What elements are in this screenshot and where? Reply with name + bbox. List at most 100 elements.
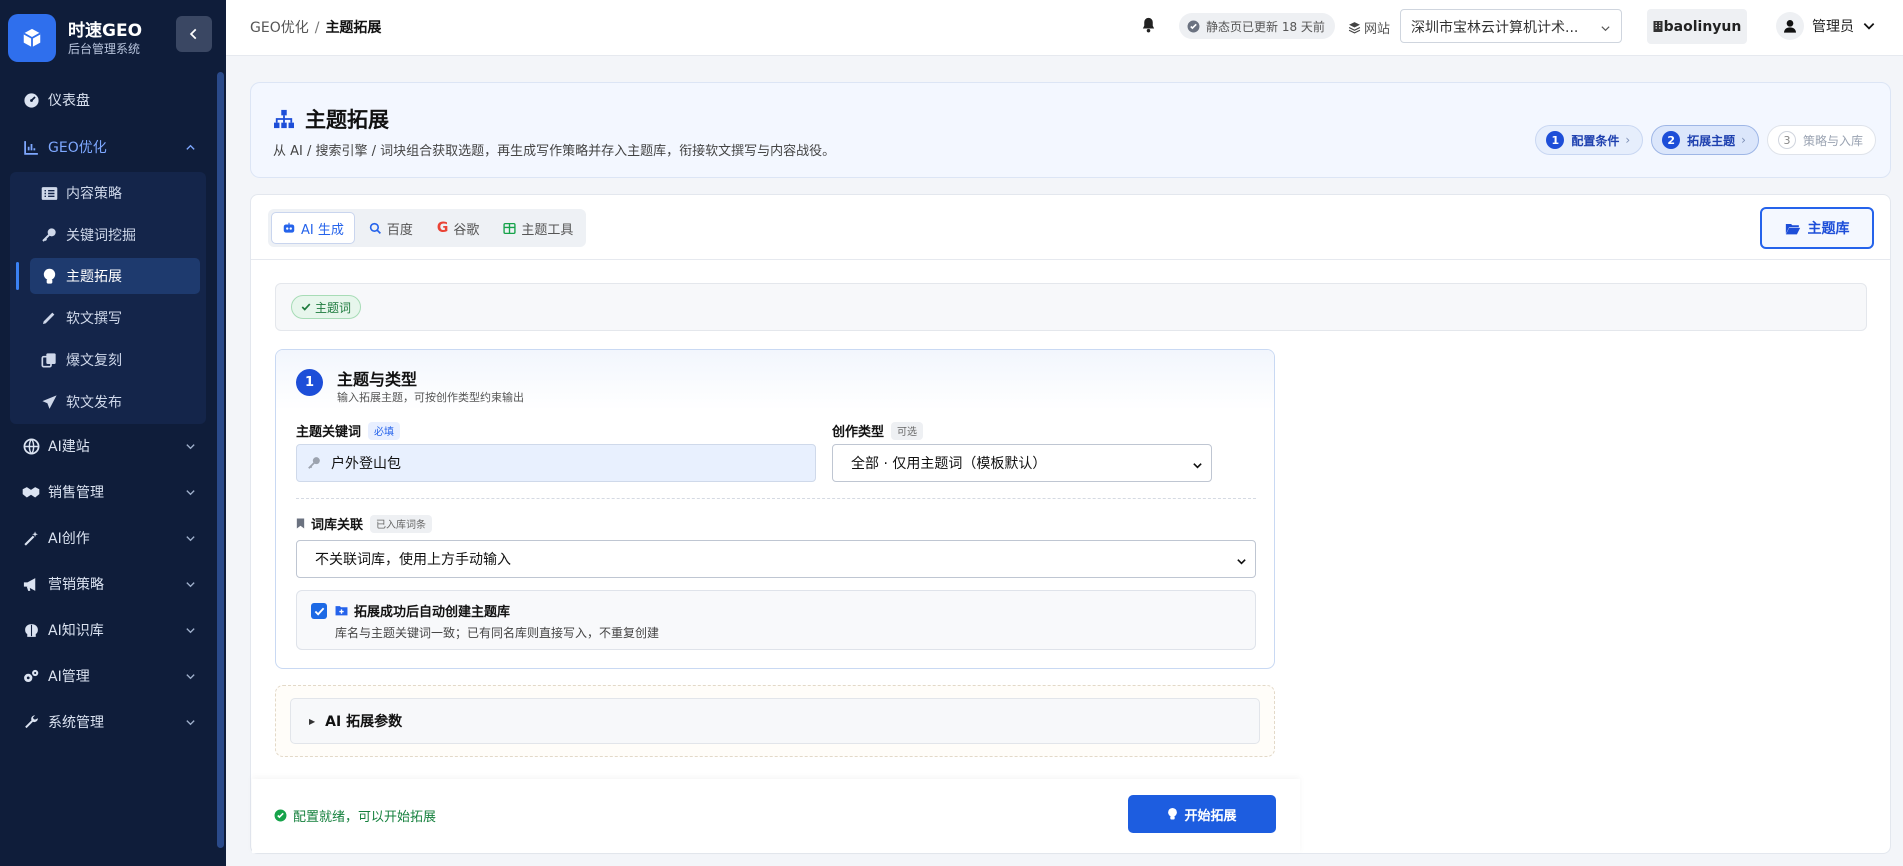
sidebar-item-geo[interactable]: GEO优化	[10, 127, 210, 167]
lexicon-select[interactable]: 不关联词库，使用上方手动输入	[296, 540, 1256, 578]
sidebar-subitem-article-publish[interactable]: 软文发布	[30, 384, 200, 420]
sidebar-item-marketing[interactable]: 营销策略	[10, 564, 210, 604]
step-number: 1	[1546, 131, 1565, 149]
brand-logo-icon	[8, 14, 56, 62]
chevron-down-icon	[1862, 19, 1876, 33]
keyword-label-text: 主题关键词	[296, 425, 362, 440]
type-label-text: 创作类型	[832, 425, 885, 440]
site-select[interactable]: 深圳市宝林云计算机计术...	[1400, 9, 1622, 43]
table-icon	[503, 222, 516, 235]
bell-icon[interactable]	[1140, 16, 1157, 38]
robot-icon	[282, 222, 296, 234]
step-expand[interactable]: 2 拓展主题 ›	[1651, 125, 1759, 155]
tab-label: 主题工具	[521, 222, 574, 238]
dashed-divider	[296, 498, 1256, 499]
sidebar-item-ai-creation[interactable]: AI创作	[10, 518, 210, 558]
sidebar-item-ai-site[interactable]: AI建站	[10, 426, 210, 466]
folder-plus-icon	[335, 606, 348, 616]
tab-baidu[interactable]: 百度	[359, 212, 423, 244]
sidebar-item-label: 系统管理	[48, 715, 104, 731]
keyword-tag[interactable]: 主题词	[291, 295, 362, 319]
brand-subtitle: 后台管理系统	[68, 42, 141, 56]
tab-topic-tools[interactable]: 主题工具	[493, 212, 583, 244]
topic-library-label: 主题库	[1807, 221, 1850, 237]
lexicon-field-label: 词库关联 已入库词条	[296, 514, 433, 533]
type-field-label: 创作类型 可选	[832, 421, 924, 440]
static-page-status: 静态页已更新 18 天前	[1179, 13, 1335, 39]
creation-type-select[interactable]: 全部 · 仅用主题词（模板默认）	[832, 444, 1212, 482]
sidebar-item-ai-manage[interactable]: AI管理	[10, 656, 210, 696]
source-tabs: AI 生成 百度 G 谷歌 主题工具	[268, 209, 587, 247]
username: baolinyun	[1663, 18, 1742, 35]
section-subtitle: 输入拓展主题，可按创作类型约束输出	[337, 391, 524, 404]
static-status-text: 静态页已更新 18 天前	[1206, 19, 1325, 34]
key-icon	[308, 457, 320, 469]
check-circle-icon	[1187, 20, 1200, 33]
tab-label: AI 生成	[301, 222, 344, 238]
chevron-right-icon: ›	[1741, 133, 1746, 147]
sidebar-item-dashboard[interactable]: 仪表盘	[10, 80, 210, 120]
sidebar-item-system[interactable]: 系统管理	[10, 702, 210, 742]
search-icon	[369, 222, 382, 235]
start-expansion-button[interactable]: 开始拓展	[1128, 795, 1276, 833]
sidebar-item-label: 仪表盘	[48, 93, 90, 109]
tab-label: 百度	[386, 222, 413, 238]
topic-library-button[interactable]: 主题库	[1760, 207, 1874, 249]
topbar: GEO优化 / 主题拓展 静态页已更新 18 天前 网站 深圳市宝林云计算机计术..…	[226, 0, 1903, 56]
chart-icon	[22, 138, 40, 156]
send-icon	[40, 393, 58, 411]
sidebar-subitem-label: 主题拓展	[66, 269, 122, 285]
sidebar-item-label: AI管理	[48, 669, 90, 685]
chevron-down-icon	[1236, 555, 1247, 571]
divider	[251, 259, 1890, 260]
sidebar-item-ai-knowledge[interactable]: AI知识库	[10, 610, 210, 650]
step-label: 策略与入库	[1802, 133, 1863, 148]
check-icon	[301, 303, 311, 311]
sidebar-subitem-article-writing[interactable]: 软文撰写	[30, 300, 200, 336]
breadcrumb-current: 主题拓展	[325, 20, 382, 36]
auto-create-desc: 库名与主题关键词一致；已有同名库则直接写入，不重复创建	[335, 626, 660, 640]
sidebar-subitem-keyword-mining[interactable]: 关键词挖掘	[30, 217, 200, 253]
sidebar-item-label: AI创作	[48, 531, 90, 547]
ready-status-text: 配置就绪，可以开始拓展	[293, 810, 437, 825]
breadcrumb-separator: /	[314, 20, 320, 36]
wrench-icon	[22, 713, 40, 731]
check-circle-icon	[274, 809, 287, 822]
admin-menu[interactable]: 管理员	[1776, 12, 1876, 40]
keyword-input[interactable]: 户外登山包	[296, 444, 816, 482]
step-strategy-save[interactable]: 3 策略与入库	[1766, 125, 1876, 155]
sidebar-scrollbar[interactable]	[217, 72, 224, 848]
breadcrumb-parent[interactable]: GEO优化	[250, 20, 309, 36]
auto-create-title-text: 拓展成功后自动创建主题库	[354, 605, 511, 620]
lightbulb-icon	[1168, 807, 1178, 820]
auto-create-option: 拓展成功后自动创建主题库 库名与主题关键词一致；已有同名库则直接写入，不重复创建	[296, 590, 1256, 650]
topic-type-card: 1 主题与类型 输入拓展主题，可按创作类型约束输出 主题关键词 必填 户外登山包…	[275, 349, 1275, 669]
page-title: 主题拓展	[273, 104, 389, 134]
main-panel: AI 生成 百度 G 谷歌 主题工具 主题库 主题词 1 主题与类型 输入拓展主…	[250, 194, 1891, 854]
tab-ai-generate[interactable]: AI 生成	[271, 212, 355, 244]
tab-label: 谷歌	[453, 222, 480, 238]
dashboard-icon	[22, 91, 40, 109]
sidebar-item-sales[interactable]: 销售管理	[10, 472, 210, 512]
step-configure[interactable]: 1 配置条件 ›	[1535, 125, 1644, 155]
site-label-text: 网站	[1364, 22, 1391, 37]
user-pill[interactable]: baolinyun	[1647, 9, 1747, 44]
lexicon-select-value: 不关联词库，使用上方手动输入	[315, 552, 511, 568]
chevron-left-icon	[189, 28, 197, 40]
globe-icon	[22, 437, 40, 455]
lexicon-label-text: 词库关联	[311, 518, 364, 533]
sidebar-subitem-label: 内容策略	[66, 186, 122, 202]
progress-steps: 1 配置条件 › 2 拓展主题 › 3 策略与入库	[1535, 125, 1876, 155]
action-footer: 配置就绪，可以开始拓展 开始拓展	[252, 779, 1300, 853]
brand-title: 时速GEO	[68, 21, 143, 41]
admin-role: 管理员	[1812, 19, 1854, 35]
auto-create-checkbox[interactable]	[311, 603, 327, 619]
sidebar-subitem-content-strategy[interactable]: 内容策略	[30, 175, 200, 211]
ai-params-toggle[interactable]: ▶ AI 拓展参数	[290, 698, 1260, 744]
sidebar-subitem-viral-copy[interactable]: 爆文复刻	[30, 342, 200, 378]
collapse-sidebar-button[interactable]	[176, 16, 212, 52]
sidebar-subitem-topic-expansion[interactable]: 主题拓展	[16, 258, 200, 294]
brain-icon	[22, 621, 40, 639]
tab-google[interactable]: G 谷歌	[427, 212, 490, 244]
key-icon	[40, 226, 58, 244]
